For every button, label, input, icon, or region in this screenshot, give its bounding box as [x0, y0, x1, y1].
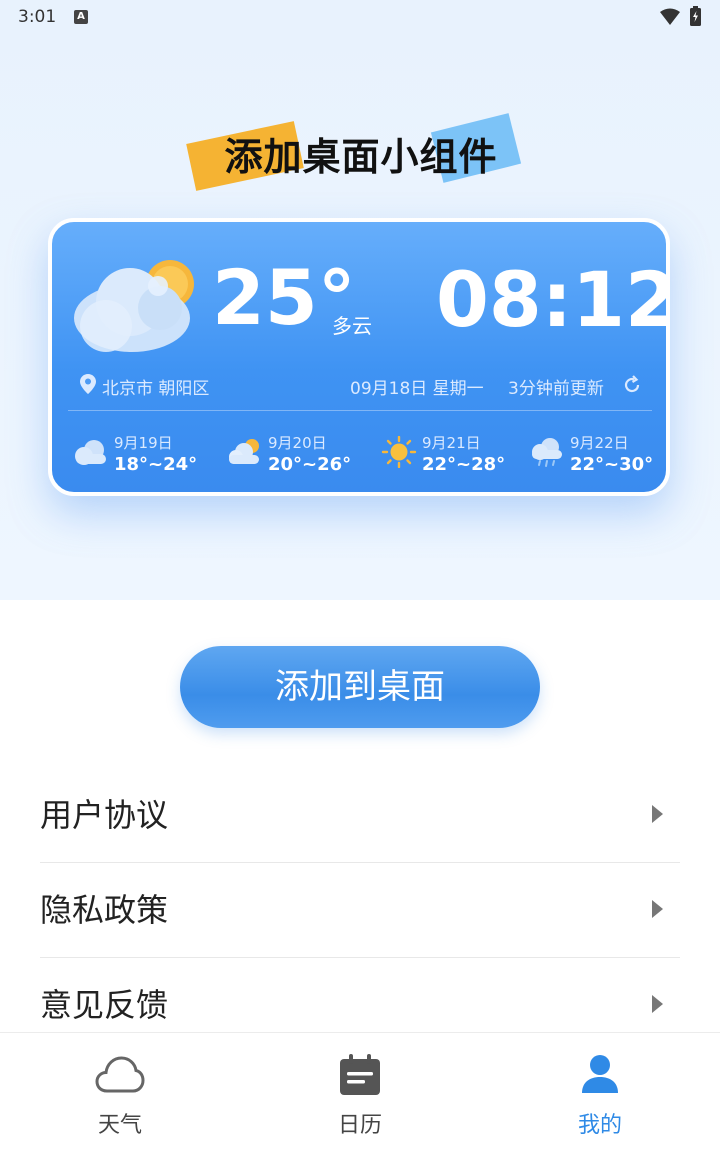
chevron-right-icon	[652, 900, 663, 918]
cloudy-icon	[75, 440, 106, 465]
chevron-right-icon	[652, 995, 663, 1013]
nav-tab-mine[interactable]: 我的	[520, 1033, 680, 1152]
date-text: 09月18日 星期一	[350, 379, 484, 399]
status-time: 3:01	[18, 7, 57, 27]
notification-badge: A	[74, 10, 88, 24]
calendar-icon	[340, 1054, 380, 1095]
current-condition: 多云	[332, 314, 372, 338]
forecast-date: 9月20日	[268, 434, 327, 452]
banner-title: 添加桌面小组件	[224, 135, 498, 179]
forecast-temp: 20°~26°	[268, 454, 352, 475]
sunny-icon	[381, 436, 417, 468]
location-pin-icon	[80, 374, 96, 394]
forecast-temp: 22°~30°	[570, 454, 654, 475]
widget-banner: 添加桌面小组件	[186, 112, 536, 192]
menu-item-feedback[interactable]: 意见反馈	[40, 958, 680, 1032]
widget-divider	[68, 410, 652, 411]
nav-label: 天气	[97, 1113, 142, 1138]
nav-label-active: 我的	[577, 1113, 622, 1138]
chevron-right-icon	[652, 805, 663, 823]
bottom-navigation: 天气 日历 我的	[0, 1032, 720, 1152]
nav-label: 日历	[337, 1113, 382, 1138]
menu-item-user-agreement[interactable]: 用户协议	[40, 768, 680, 863]
wifi-icon	[660, 8, 680, 25]
nav-tab-weather[interactable]: 天气	[40, 1033, 200, 1152]
menu-item-label: 意见反馈	[40, 986, 169, 1024]
forecast-date: 9月21日	[422, 434, 481, 452]
add-to-desktop-button[interactable]: 添加到桌面	[180, 646, 540, 728]
rain-icon	[532, 438, 562, 467]
menu-item-label: 隐私政策	[40, 891, 169, 929]
forecast-temp: 22°~28°	[422, 454, 506, 475]
nav-tab-calendar[interactable]: 日历	[280, 1033, 440, 1152]
menu-item-privacy-policy[interactable]: 隐私政策	[40, 863, 680, 958]
menu-item-label: 用户协议	[40, 796, 169, 834]
forecast-date: 9月22日	[570, 434, 629, 452]
forecast-day-1: 9月19日 18°~24°	[72, 428, 222, 478]
forecast-date: 9月19日	[114, 434, 173, 452]
cloud-icon	[95, 1056, 145, 1093]
refresh-icon	[624, 375, 640, 393]
hero-section: 3:01 A 添加桌面小组件 25° 多云 08:12 北京市 朝阳区 09月1…	[0, 0, 720, 600]
status-bar: 3:01 A	[0, 0, 720, 34]
forecast-temp: 18°~24°	[114, 454, 198, 475]
location-text: 北京市 朝阳区	[102, 379, 210, 399]
forecast-day-2: 9月20日 20°~26°	[226, 428, 376, 478]
widget-clock: 08:12	[436, 255, 670, 344]
partly-cloudy-icon	[229, 439, 259, 464]
forecast-day-3: 9月21日 22°~28°	[380, 428, 530, 478]
battery-icon	[690, 6, 701, 26]
partly-cloudy-icon	[74, 260, 194, 352]
user-icon	[582, 1055, 618, 1093]
updated-text: 3分钟前更新	[508, 379, 604, 399]
forecast-day-4: 9月22日 22°~30°	[528, 428, 666, 478]
weather-widget-preview: 25° 多云 08:12 北京市 朝阳区 09月18日 星期一 3分钟前更新 9…	[48, 218, 670, 496]
